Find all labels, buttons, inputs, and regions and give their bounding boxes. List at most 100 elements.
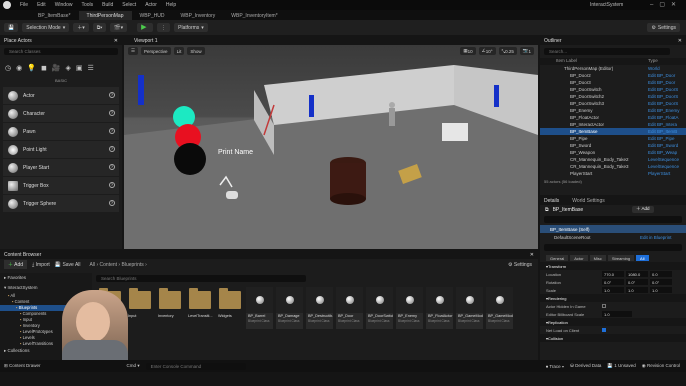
outliner-row[interactable]: BP_DoorSwitch3 Edit BP_DoorS — [540, 100, 686, 107]
row-type[interactable]: Edit BP_DoorS — [648, 101, 678, 106]
folder-item[interactable]: Widgets — [216, 287, 243, 329]
menu-edit[interactable]: Edit — [37, 2, 46, 8]
row-type[interactable]: Edit BP_Intera — [648, 122, 677, 127]
tab-wbp-inventoryitem[interactable]: WBP_InventoryItem* — [223, 11, 285, 20]
pawn-item[interactable]: Pawn? — [3, 123, 119, 140]
rotation-x-field[interactable]: 0.0° — [602, 279, 624, 285]
row-type[interactable]: Edit BP_Door — [648, 73, 675, 78]
outliner-row[interactable]: BP_DoorSwitch Edit BP_DoorS — [540, 86, 686, 93]
row-type[interactable]: Edit BP_Pipe — [648, 136, 675, 141]
scale-y-field[interactable]: 1.0 — [626, 287, 648, 293]
outliner-row[interactable]: BP_Pipe Edit BP_Pipe — [540, 135, 686, 142]
favorites-section[interactable]: ▸ Favorites — [0, 273, 92, 283]
light-icon[interactable]: 💡 — [27, 64, 36, 72]
asset-item[interactable]: BP_GameModeB...Blueprint Class — [486, 287, 513, 329]
menu-window[interactable]: Window — [55, 2, 73, 8]
derived-data-button[interactable]: ⛁ Derived Data — [570, 363, 601, 369]
rotation-snap-button[interactable]: ∠ 10° — [478, 47, 496, 55]
row-type[interactable]: Edit BP_Weap — [648, 150, 677, 155]
rendering-section[interactable]: ▾ Rendering — [540, 294, 686, 302]
grid-snap-button[interactable]: ▦ 10 — [460, 47, 476, 55]
window-controls[interactable]: –▢✕ — [650, 1, 682, 8]
row-type[interactable]: Edit BP_FloatA — [648, 115, 679, 120]
player-start-item[interactable]: Player Start? — [3, 159, 119, 176]
save-all-button[interactable]: 💾 Save All — [55, 262, 81, 268]
asset-item[interactable]: BP_GameMode Blueprint Class — [456, 287, 483, 329]
rotation-y-field[interactable]: 0.0° — [626, 279, 648, 285]
folder-item[interactable]: LevelTransiti... — [186, 287, 213, 329]
asset-item[interactable]: BP_Barrel Blueprint Class — [246, 287, 273, 329]
viewport-tab[interactable]: Viewport 1 — [124, 37, 538, 45]
close-icon[interactable]: ✕ — [530, 252, 534, 258]
filter-all[interactable]: All — [636, 255, 649, 261]
search-classes-input[interactable]: Search Classes — [4, 48, 118, 55]
lit-button[interactable]: Lit — [173, 47, 185, 55]
asset-item[interactable]: BP_Door Blueprint Class — [336, 287, 363, 329]
menu-file[interactable]: File — [20, 2, 28, 8]
scale-x-field[interactable]: 1.0 — [602, 287, 624, 293]
billboard-field[interactable]: 1.0 — [602, 311, 632, 317]
actor-item[interactable]: Actor? — [3, 87, 119, 104]
menu-build[interactable]: Build — [102, 2, 113, 8]
volumes-icon[interactable]: ▣ — [76, 64, 83, 72]
tab-wbp-inventory[interactable]: WBP_Inventory — [173, 11, 224, 20]
location-z-field[interactable]: 0.0 — [650, 271, 672, 277]
trace-button[interactable]: ⏺ Trace ▾ — [546, 364, 564, 369]
rotation-z-field[interactable]: 0.0° — [650, 279, 672, 285]
row-type[interactable]: Edit BP_ItemB — [648, 129, 677, 134]
menu-tools[interactable]: Tools — [81, 2, 93, 8]
menu-help[interactable]: Help — [166, 2, 176, 8]
collision-section[interactable]: ▾ Collision — [540, 334, 686, 342]
asset-item[interactable]: BP_FloatActor Blueprint Class — [426, 287, 453, 329]
row-type[interactable]: PlayerStart — [648, 171, 670, 176]
row-type[interactable]: Edit BP_Enemy — [648, 108, 680, 113]
self-row[interactable]: BP_ItemBase (Self) — [540, 225, 686, 233]
outliner-row[interactable]: BP_Enemy Edit BP_Enemy — [540, 107, 686, 114]
help-icon[interactable]: ? — [109, 182, 115, 188]
search-blueprints-input[interactable]: Search Blueprints — [96, 275, 306, 282]
play-button[interactable]: ▶ — [137, 23, 154, 32]
net-load-checkbox[interactable] — [602, 328, 606, 332]
folder-item[interactable]: Input — [126, 287, 153, 329]
point-light-item[interactable]: Point Light? — [3, 141, 119, 158]
outliner-row[interactable]: BP_Door2 Edit BP_Door — [540, 72, 686, 79]
selection-mode-button[interactable]: Selection Mode ▾ — [22, 23, 70, 32]
outliner-row[interactable]: PlayerStart PlayerStart — [540, 170, 686, 177]
help-icon[interactable]: ? — [109, 110, 115, 116]
tab-thirdpersonmap[interactable]: ThirdPersonMap — [78, 11, 132, 20]
console-input[interactable]: Enter Console Command — [145, 362, 246, 370]
outliner-search-input[interactable]: Search... — [544, 48, 670, 55]
level-viewport[interactable]: Print Name ☰ Perspective Lit Show ▦ 10 ∠… — [124, 45, 538, 249]
edit-in-blueprint-link[interactable]: Edit in Blueprint — [640, 235, 672, 240]
hidden-checkbox[interactable] — [602, 304, 606, 308]
location-y-field[interactable]: 1080.0 — [626, 271, 648, 277]
outliner-row[interactable]: BP_DoorSwitch2 Edit BP_DoorS — [540, 93, 686, 100]
cinematics-button[interactable]: 🎬▾ — [110, 23, 128, 32]
outliner-row[interactable]: BP_ItemBase Edit BP_ItemB — [540, 128, 686, 135]
outliner-row[interactable]: BP_InteractActor Edit BP_Intera — [540, 121, 686, 128]
visual-icon[interactable]: ◈ — [65, 64, 70, 72]
perspective-button[interactable]: Perspective — [141, 47, 171, 55]
transform-section[interactable]: ▾ Transform — [540, 262, 686, 270]
filter-streaming[interactable]: Streaming — [607, 255, 635, 261]
asset-item[interactable]: BP_Enemy Blueprint Class — [396, 287, 423, 329]
add-component-button[interactable]: ＋ Add — [632, 206, 654, 213]
trigger-sphere-item[interactable]: Trigger Sphere? — [3, 195, 119, 212]
menu-select[interactable]: Select — [122, 2, 136, 8]
viewport-menu-button[interactable]: ☰ — [128, 47, 139, 55]
asset-item[interactable]: BP_DoorSwitch Blueprint Class — [366, 287, 393, 329]
project-section[interactable]: ▾ InteractSystem — [0, 283, 92, 293]
crumb-blueprints[interactable]: Blueprints — [122, 262, 144, 268]
play-options-button[interactable]: ⋮ — [157, 23, 171, 32]
outliner-row[interactable]: ThirdPersonMap (Editor) World — [540, 65, 686, 72]
trigger-box-item[interactable]: Trigger Box? — [3, 177, 119, 194]
all-classes-icon[interactable]: ☰ — [87, 64, 93, 72]
close-icon[interactable]: ✕ — [114, 38, 118, 44]
world-settings-tab[interactable]: World Settings — [572, 198, 604, 204]
details-search-input[interactable] — [544, 244, 682, 251]
help-icon[interactable]: ? — [109, 146, 115, 152]
outliner-row[interactable]: BP_Weapon Edit BP_Weap — [540, 149, 686, 156]
row-type[interactable]: LevelSequence — [648, 164, 679, 169]
revision-control-button[interactable]: ◉ Revision Control — [642, 363, 680, 369]
asset-item[interactable]: BP_Damage Blueprint Class — [276, 287, 303, 329]
